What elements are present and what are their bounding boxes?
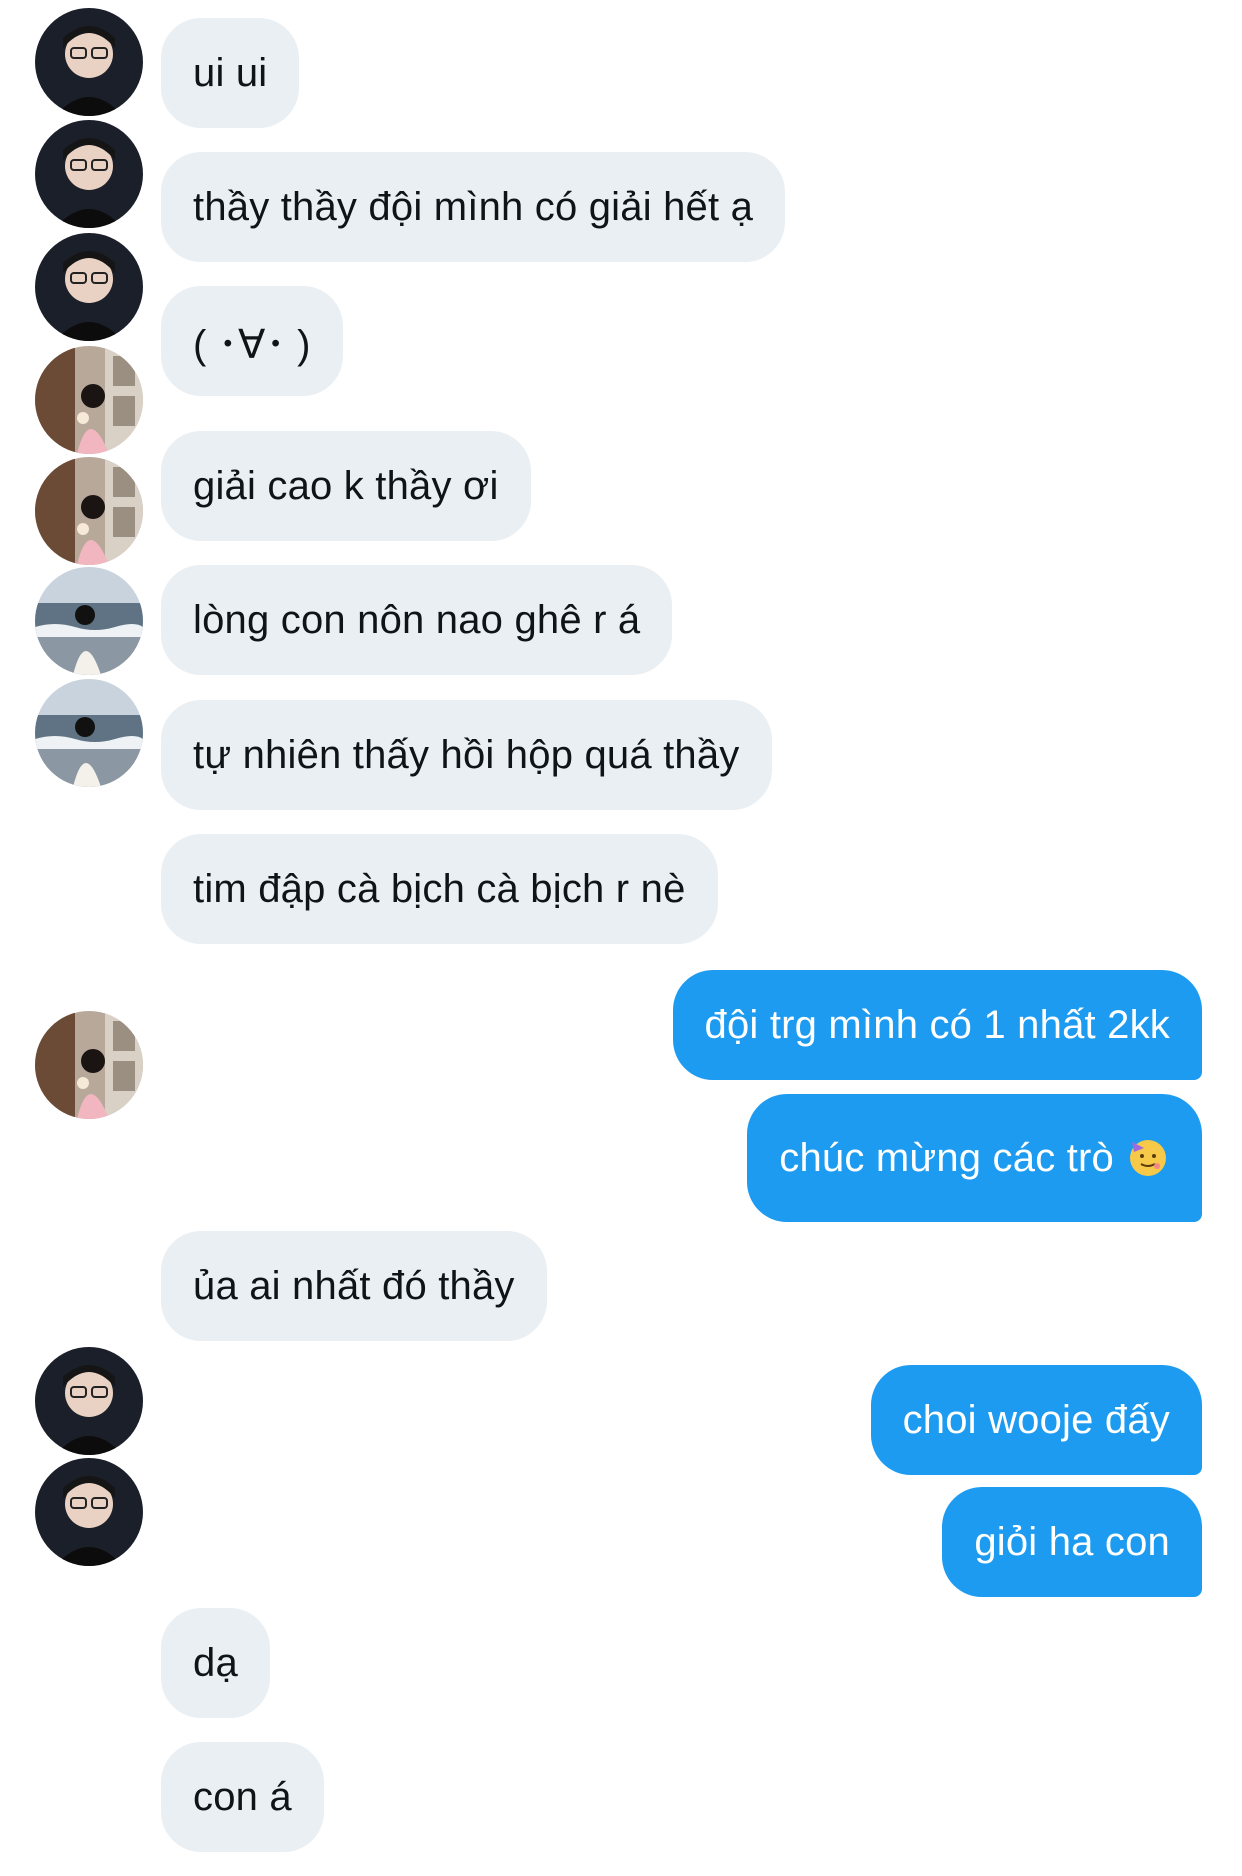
avatar-girl-beach-icon[interactable] — [35, 679, 143, 787]
avatar-boy-icon[interactable] — [35, 8, 143, 116]
avatar-girl-beach-icon[interactable] — [35, 567, 143, 675]
outgoing-message-bubble[interactable]: giỏi ha con — [942, 1487, 1202, 1597]
incoming-message-bubble[interactable]: lòng con nôn nao ghê r á — [161, 565, 673, 675]
incoming-message-bubble[interactable]: tự nhiên thấy hồi hộp quá thầy — [161, 700, 772, 810]
incoming-message-bubble[interactable]: ui ui — [161, 18, 300, 128]
incoming-message-bubble[interactable]: ủa ai nhất đó thầy — [161, 1231, 547, 1341]
message-thread: ui ui thầy thầy đội mình có giải hết ạ (… — [0, 0, 1242, 1876]
outgoing-message-text: chúc mừng các trò — [779, 1135, 1114, 1180]
outgoing-message-bubble[interactable]: chúc mừng các trò — [747, 1094, 1202, 1222]
avatar-girl-street-icon[interactable] — [35, 457, 143, 565]
avatar-girl-street-icon[interactable] — [35, 1011, 143, 1119]
incoming-message-bubble[interactable]: tim đập cà bịch cà bịch r nè — [161, 834, 718, 944]
avatar-boy-icon[interactable] — [35, 1458, 143, 1566]
outgoing-message-bubble[interactable]: choi wooje đấy — [870, 1365, 1202, 1475]
incoming-message-bubble[interactable]: thầy thầy đội mình có giải hết ạ — [161, 152, 786, 262]
partying-face-emoji-icon — [1130, 1140, 1166, 1176]
incoming-message-bubble[interactable]: giải cao k thầy ơi — [161, 431, 531, 541]
avatar-boy-icon[interactable] — [35, 233, 143, 341]
outgoing-message-bubble[interactable]: đội trg mình có 1 nhất 2kk — [672, 970, 1202, 1080]
avatar-boy-icon[interactable] — [35, 1347, 143, 1455]
incoming-message-bubble[interactable]: con á — [161, 1742, 324, 1852]
incoming-message-bubble[interactable]: dạ — [161, 1608, 270, 1718]
incoming-message-bubble[interactable]: ( ･∀･ ) — [161, 286, 343, 396]
avatar-boy-icon[interactable] — [35, 120, 143, 228]
avatar-girl-street-icon[interactable] — [35, 346, 143, 454]
